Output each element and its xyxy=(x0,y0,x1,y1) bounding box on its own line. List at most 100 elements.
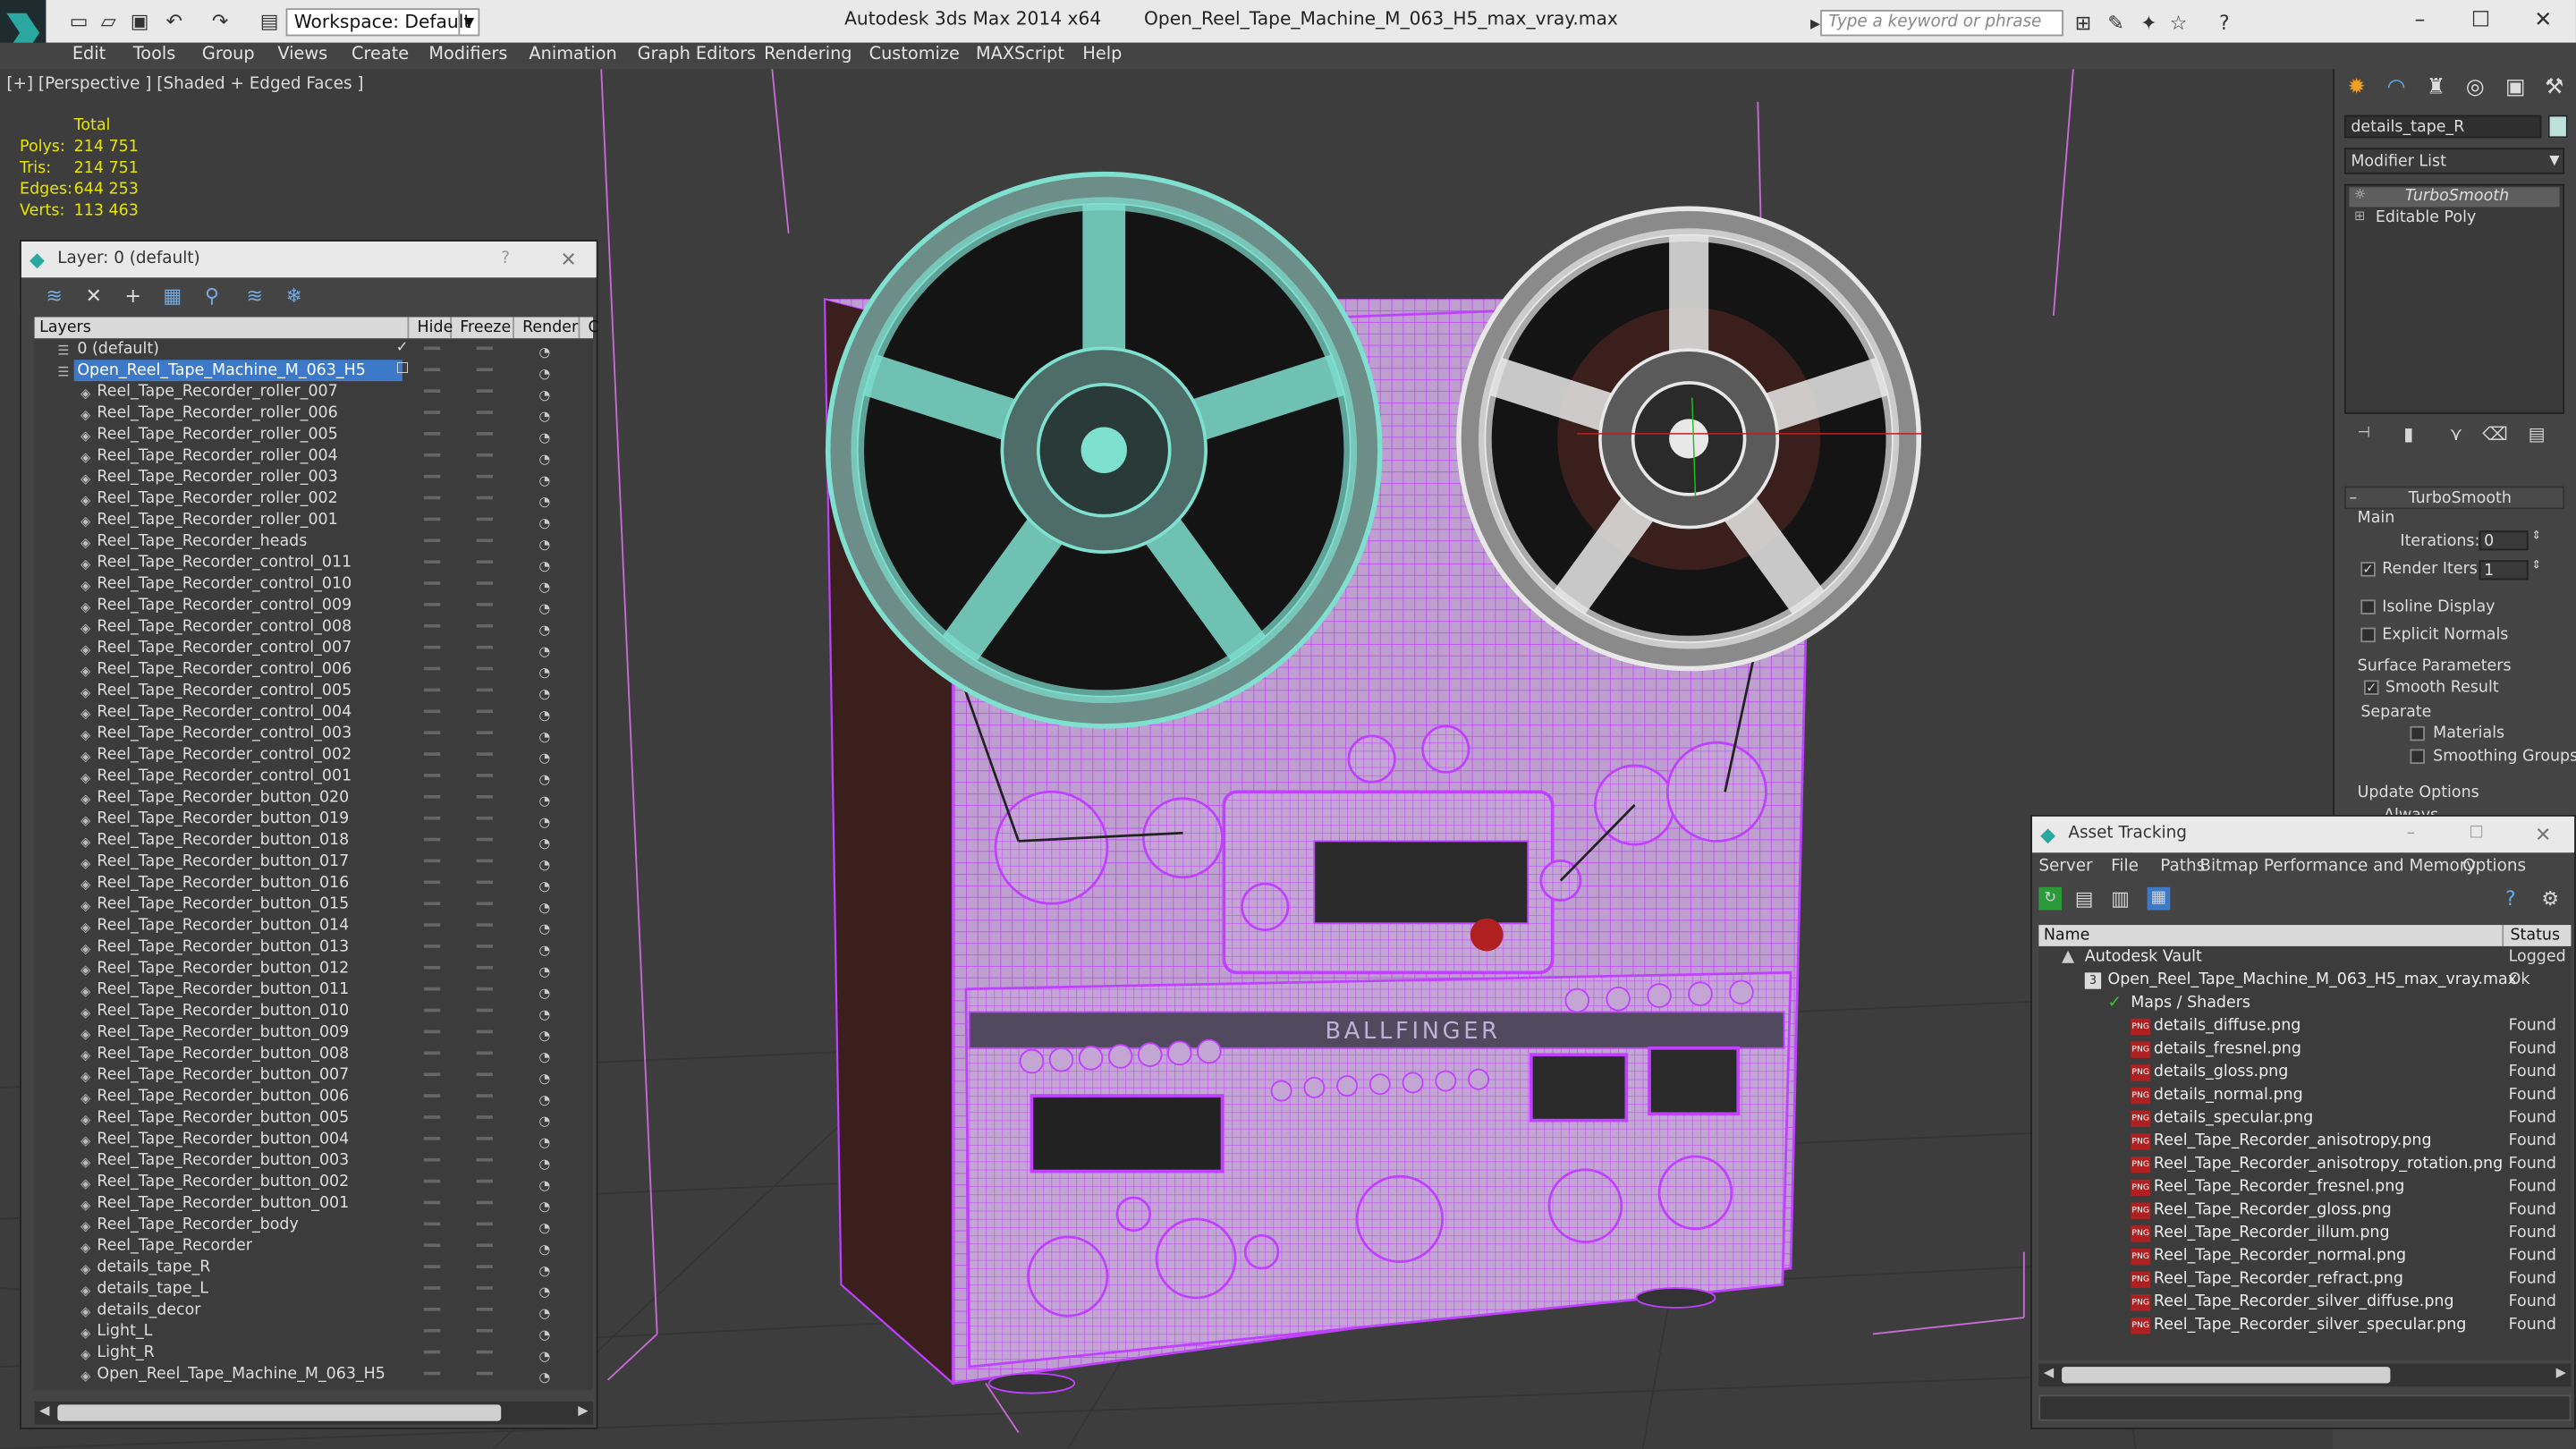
hide-toggle[interactable] xyxy=(423,1051,441,1055)
settings-icon[interactable]: ⚙ xyxy=(2541,887,2559,911)
column-name[interactable]: Name xyxy=(2044,925,2089,946)
asset-row[interactable]: PNG details_gloss.png Found xyxy=(2038,1062,2571,1085)
render-teapot-icon[interactable]: ◔ xyxy=(538,1367,550,1388)
modifier-list-dropdown[interactable]: Modifier List ▼ xyxy=(2343,148,2565,174)
select-objects-icon[interactable]: ▦ xyxy=(159,283,185,309)
viewport-label[interactable]: [+] [Perspective ] [Shaded + Edged Faces… xyxy=(6,75,363,93)
expand-icon[interactable]: ⊞ xyxy=(2354,208,2365,224)
layer-row[interactable]: ◈ Reel_Tape_Recorder_button_004 ◔ xyxy=(35,1129,593,1150)
column-render[interactable]: Render xyxy=(518,317,580,339)
layer-row[interactable]: ◈ Reel_Tape_Recorder_body ◔ xyxy=(35,1214,593,1235)
freeze-toggle[interactable] xyxy=(476,645,494,649)
menu-modifiers[interactable]: Modifiers xyxy=(428,45,507,64)
column-color[interactable]: C xyxy=(583,317,599,338)
layer-row[interactable]: ◈ details_decor ◔ xyxy=(35,1300,593,1321)
freeze-toggle[interactable] xyxy=(476,368,494,372)
freeze-toggle[interactable] xyxy=(476,837,494,842)
communication-icon[interactable]: ✦ xyxy=(2136,10,2162,36)
hide-toggle[interactable] xyxy=(423,688,441,692)
create-tab-icon[interactable]: ✹ xyxy=(2348,75,2366,100)
modify-tab-icon[interactable]: ◠ xyxy=(2387,75,2406,100)
spinner-arrows-icon[interactable]: ⇕ xyxy=(2531,558,2541,572)
freeze-toggle[interactable] xyxy=(476,1157,494,1162)
freeze-toggle[interactable] xyxy=(476,774,494,777)
freeze-toggle[interactable] xyxy=(476,1222,494,1226)
pin-stack-icon[interactable]: ⊣ xyxy=(2358,426,2370,442)
freeze-toggle[interactable] xyxy=(476,666,494,671)
hide-toggle[interactable] xyxy=(423,666,441,671)
hide-toggle[interactable] xyxy=(423,389,441,393)
scroll-right-icon[interactable]: ▶ xyxy=(578,1403,588,1419)
render-iters-spinner[interactable]: 1 xyxy=(2479,560,2529,580)
layer-row[interactable]: ◈ Reel_Tape_Recorder_roller_005 ◔ xyxy=(35,424,593,445)
asset-row[interactable]: PNG details_normal.png Found xyxy=(2038,1084,2571,1107)
smoothing-groups-checkbox[interactable] xyxy=(2410,749,2425,765)
spinner-arrows-icon[interactable]: ⇕ xyxy=(2531,529,2541,542)
layer-row[interactable]: ◈ Reel_Tape_Recorder_button_020 ◔ xyxy=(35,787,593,809)
scroll-left-icon[interactable]: ◀ xyxy=(2044,1365,2054,1380)
freeze-toggle[interactable] xyxy=(476,474,494,479)
freeze-toggle[interactable] xyxy=(476,945,494,948)
freeze-all-icon[interactable]: ❄ xyxy=(281,283,307,309)
layer-row[interactable]: ◈ Reel_Tape_Recorder_control_009 ◔ xyxy=(35,595,593,616)
asset-row[interactable]: PNG Reel_Tape_Recorder_gloss.png Found xyxy=(2038,1199,2571,1223)
current-layer-check-icon[interactable]: ✓ xyxy=(396,338,409,360)
menu-rendering[interactable]: Rendering xyxy=(764,45,852,64)
layer-row[interactable]: ◈ Reel_Tape_Recorder ◔ xyxy=(35,1235,593,1257)
hide-toggle[interactable] xyxy=(423,1094,441,1097)
menu-create[interactable]: Create xyxy=(352,45,409,64)
hide-toggle[interactable] xyxy=(423,1200,441,1205)
object-name-field[interactable]: details_tape_R xyxy=(2343,114,2542,139)
render-iters-checkbox[interactable]: ✓ xyxy=(2360,562,2376,577)
layer-row[interactable]: ◈ Reel_Tape_Recorder_roller_006 ◔ xyxy=(35,402,593,424)
layer-row[interactable]: ◈ Reel_Tape_Recorder_control_001 ◔ xyxy=(35,766,593,787)
help-icon[interactable]: ? xyxy=(2505,887,2516,911)
hide-toggle[interactable] xyxy=(423,816,441,820)
layer-row[interactable]: ◈ Reel_Tape_Recorder_roller_003 ◔ xyxy=(35,467,593,487)
layer-row[interactable]: ◈ Reel_Tape_Recorder_heads ◔ xyxy=(35,530,593,552)
isoline-checkbox[interactable] xyxy=(2360,599,2376,614)
column-hide[interactable]: Hide xyxy=(412,317,453,339)
layer-row[interactable]: ◈ Reel_Tape_Recorder_control_004 ◔ xyxy=(35,701,593,723)
layer-row[interactable]: ◈ Reel_Tape_Recorder_roller_001 ◔ xyxy=(35,509,593,530)
layer-row[interactable]: ◈ Reel_Tape_Recorder_control_006 ◔ xyxy=(35,659,593,680)
freeze-toggle[interactable] xyxy=(476,1328,494,1333)
asset-row[interactable]: PNG Reel_Tape_Recorder_normal.png Found xyxy=(2038,1245,2571,1268)
hide-toggle[interactable] xyxy=(423,1308,441,1311)
layer-row[interactable]: ◈ details_tape_R ◔ xyxy=(35,1257,593,1278)
hide-toggle[interactable] xyxy=(423,1008,441,1013)
layer-row[interactable]: ◈ Reel_Tape_Recorder_control_005 ◔ xyxy=(35,680,593,701)
asset-menu-file[interactable]: File xyxy=(2111,858,2139,876)
hide-toggle[interactable] xyxy=(423,1030,441,1034)
freeze-toggle[interactable] xyxy=(476,1286,494,1290)
asset-row[interactable]: ▲ Autodesk Vault Logged xyxy=(2038,946,2571,970)
hide-toggle[interactable] xyxy=(423,987,441,991)
hide-toggle[interactable] xyxy=(423,538,441,543)
maximize-button[interactable]: ☐ xyxy=(2451,6,2510,36)
layer-row[interactable]: ◈ Reel_Tape_Recorder_control_011 ◔ xyxy=(35,552,593,573)
hide-toggle[interactable] xyxy=(423,411,441,414)
freeze-toggle[interactable] xyxy=(476,517,494,521)
hide-toggle[interactable] xyxy=(423,1286,441,1290)
materials-checkbox[interactable] xyxy=(2410,725,2425,741)
delete-layer-icon[interactable]: ✕ xyxy=(80,283,106,309)
freeze-toggle[interactable] xyxy=(476,1371,494,1376)
layer-row[interactable]: ◈ Reel_Tape_Recorder_button_005 ◔ xyxy=(35,1107,593,1129)
hide-toggle[interactable] xyxy=(423,560,441,564)
layer-row[interactable]: ◈ Reel_Tape_Recorder_button_010 ◔ xyxy=(35,1001,593,1021)
freeze-toggle[interactable] xyxy=(476,1030,494,1034)
freeze-toggle[interactable] xyxy=(476,880,494,885)
freeze-toggle[interactable] xyxy=(476,389,494,393)
hide-toggle[interactable] xyxy=(423,837,441,842)
asset-row[interactable]: PNG Reel_Tape_Recorder_anisotropy_rotatio… xyxy=(2038,1153,2571,1176)
freeze-toggle[interactable] xyxy=(476,411,494,414)
menu-maxscript[interactable]: MAXScript xyxy=(976,45,1064,64)
hide-toggle[interactable] xyxy=(423,1072,441,1077)
add-to-layer-icon[interactable]: + xyxy=(120,283,146,309)
scroll-thumb[interactable] xyxy=(57,1404,502,1421)
asset-row[interactable]: PNG details_diffuse.png Found xyxy=(2038,1015,2571,1038)
hide-toggle[interactable] xyxy=(423,731,441,735)
scroll-right-icon[interactable]: ▶ xyxy=(2556,1365,2566,1380)
hide-toggle[interactable] xyxy=(423,965,441,970)
motion-tab-icon[interactable]: ◎ xyxy=(2466,75,2485,100)
